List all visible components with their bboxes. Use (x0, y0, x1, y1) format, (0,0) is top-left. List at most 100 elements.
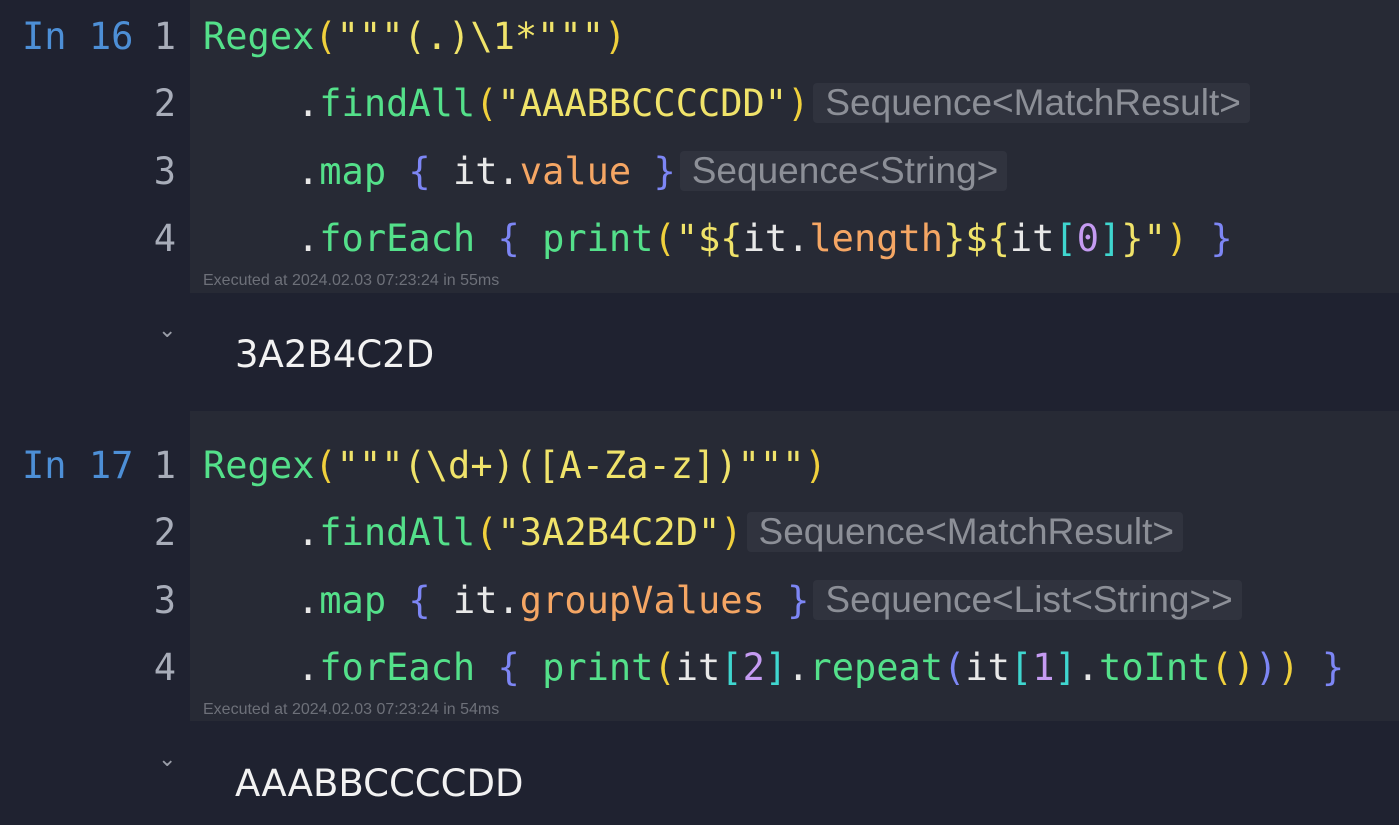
string-literal: """(.)\1*""" (336, 15, 604, 58)
code-line-2[interactable]: .findAll("AAABBCCCCDD") Sequence<MatchRes… (297, 70, 1250, 138)
paren: ) (804, 444, 827, 487)
brace: { (408, 150, 431, 193)
number-literal: 0 (1076, 217, 1100, 260)
cell-execution-label: In 16 (22, 15, 134, 58)
brace: { (408, 579, 431, 622)
string-literal: "${ (675, 217, 743, 260)
dot: . (297, 150, 320, 193)
paren: ) (1232, 646, 1255, 689)
dot: . (497, 579, 520, 622)
number-literal: 1 (1032, 646, 1055, 689)
paren: ) (787, 82, 810, 125)
function-name: findAll (319, 511, 476, 554)
code-line-4[interactable]: .forEach { print(it[2].repeat(it[1].toIn… (297, 634, 1344, 702)
line-number: 4 (153, 646, 176, 689)
type-hint: Sequence<MatchResult> (746, 512, 1184, 552)
paren: ( (314, 444, 337, 487)
string-literal: """(\d+)([A-Za-z])""" (336, 444, 805, 487)
brace: { (497, 217, 520, 260)
dot: . (297, 646, 320, 689)
paren: ( (314, 15, 337, 58)
brace: } (787, 579, 810, 622)
function-name: print (542, 646, 654, 689)
type-hint: Sequence<List<String>> (813, 580, 1242, 620)
cell-output: 3A2B4C2D (235, 333, 435, 376)
dot: . (787, 646, 810, 689)
property: groupValues (519, 579, 765, 622)
paren: ( (943, 646, 966, 689)
bracket: [ (1054, 217, 1077, 260)
paren: ( (475, 82, 498, 125)
paren: ( (1210, 646, 1233, 689)
brace: } (653, 150, 676, 193)
line-number: 2 (153, 82, 176, 125)
collapse-output-icon[interactable]: ⌄ (158, 747, 176, 772)
property: value (519, 150, 632, 193)
function-name: Regex (203, 15, 315, 58)
bracket: ] (764, 646, 788, 689)
identifier: it (742, 217, 788, 260)
function-name: map (319, 579, 387, 622)
string-literal: "AAABBCCCCDD" (497, 82, 788, 125)
brace: { (497, 646, 520, 689)
type-hint: Sequence<MatchResult> (813, 83, 1250, 123)
line-number: 2 (153, 511, 176, 554)
code-line-3[interactable]: .map { it.value } Sequence<String> (297, 138, 1008, 206)
string-literal: }" (1121, 217, 1166, 260)
function-name: toInt (1099, 646, 1211, 689)
identifier: it (675, 646, 721, 689)
notebook-cell-17[interactable]: In 17 1 2 3 4 Regex("""(\d+)([A-Za-z])""… (0, 411, 1399, 721)
bracket: [ (1009, 646, 1033, 689)
paren: ( (475, 511, 498, 554)
paren: ) (1165, 217, 1189, 260)
brace: } (1321, 646, 1345, 689)
bracket: ] (1099, 217, 1122, 260)
paren: ) (720, 511, 743, 554)
line-number: 3 (153, 150, 176, 193)
dot: . (787, 217, 810, 260)
line-number: 3 (153, 579, 176, 622)
string-literal: }${ (943, 217, 1010, 260)
brace: } (1210, 217, 1233, 260)
function-name: repeat (809, 646, 944, 689)
identifier: it (1009, 217, 1055, 260)
cell-execution-label: In 17 (22, 444, 134, 487)
function-name: forEach (319, 646, 476, 689)
paren: ( (653, 646, 676, 689)
type-hint: Sequence<String> (679, 151, 1008, 191)
code-line-1[interactable]: Regex("""(.)\1*""") (203, 3, 626, 71)
code-line-3[interactable]: .map { it.groupValues } Sequence<List<Str… (297, 567, 1242, 635)
identifier: it (452, 579, 498, 622)
line-number: 4 (153, 217, 176, 260)
function-name: map (319, 150, 387, 193)
dot: . (497, 150, 520, 193)
dot: . (1076, 646, 1100, 689)
code-line-2[interactable]: .findAll("3A2B4C2D") Sequence<MatchResult… (297, 499, 1184, 567)
paren: ) (603, 15, 627, 58)
line-number: 1 (153, 444, 176, 487)
bracket: [ (720, 646, 743, 689)
function-name: findAll (319, 82, 476, 125)
notebook-cell-16[interactable]: In 16 1 2 3 4 Regex("""(.)\1*""") .findA… (0, 0, 1399, 293)
dot: . (297, 511, 320, 554)
function-name: forEach (319, 217, 476, 260)
paren: ) (1277, 646, 1300, 689)
execution-info: Executed at 2024.02.03 07:23:24 in 54ms (203, 701, 500, 718)
code-line-4[interactable]: .forEach { print("${it.length}${it[0]}")… (297, 205, 1233, 273)
paren: ) (1255, 646, 1278, 689)
collapse-output-icon[interactable]: ⌄ (158, 318, 176, 343)
dot: . (297, 217, 320, 260)
code-line-1[interactable]: Regex("""(\d+)([A-Za-z])""") (203, 432, 827, 500)
identifier: it (452, 150, 498, 193)
property: length (809, 217, 944, 260)
function-name: print (542, 217, 654, 260)
dot: . (297, 579, 320, 622)
identifier: it (965, 646, 1010, 689)
cell-output: AAABBCCCCDD (235, 762, 524, 805)
paren: ( (653, 217, 676, 260)
line-number: 1 (153, 15, 176, 58)
number-literal: 2 (742, 646, 765, 689)
bracket: ] (1054, 646, 1077, 689)
dot: . (297, 82, 320, 125)
execution-info: Executed at 2024.02.03 07:23:24 in 55ms (203, 272, 500, 289)
